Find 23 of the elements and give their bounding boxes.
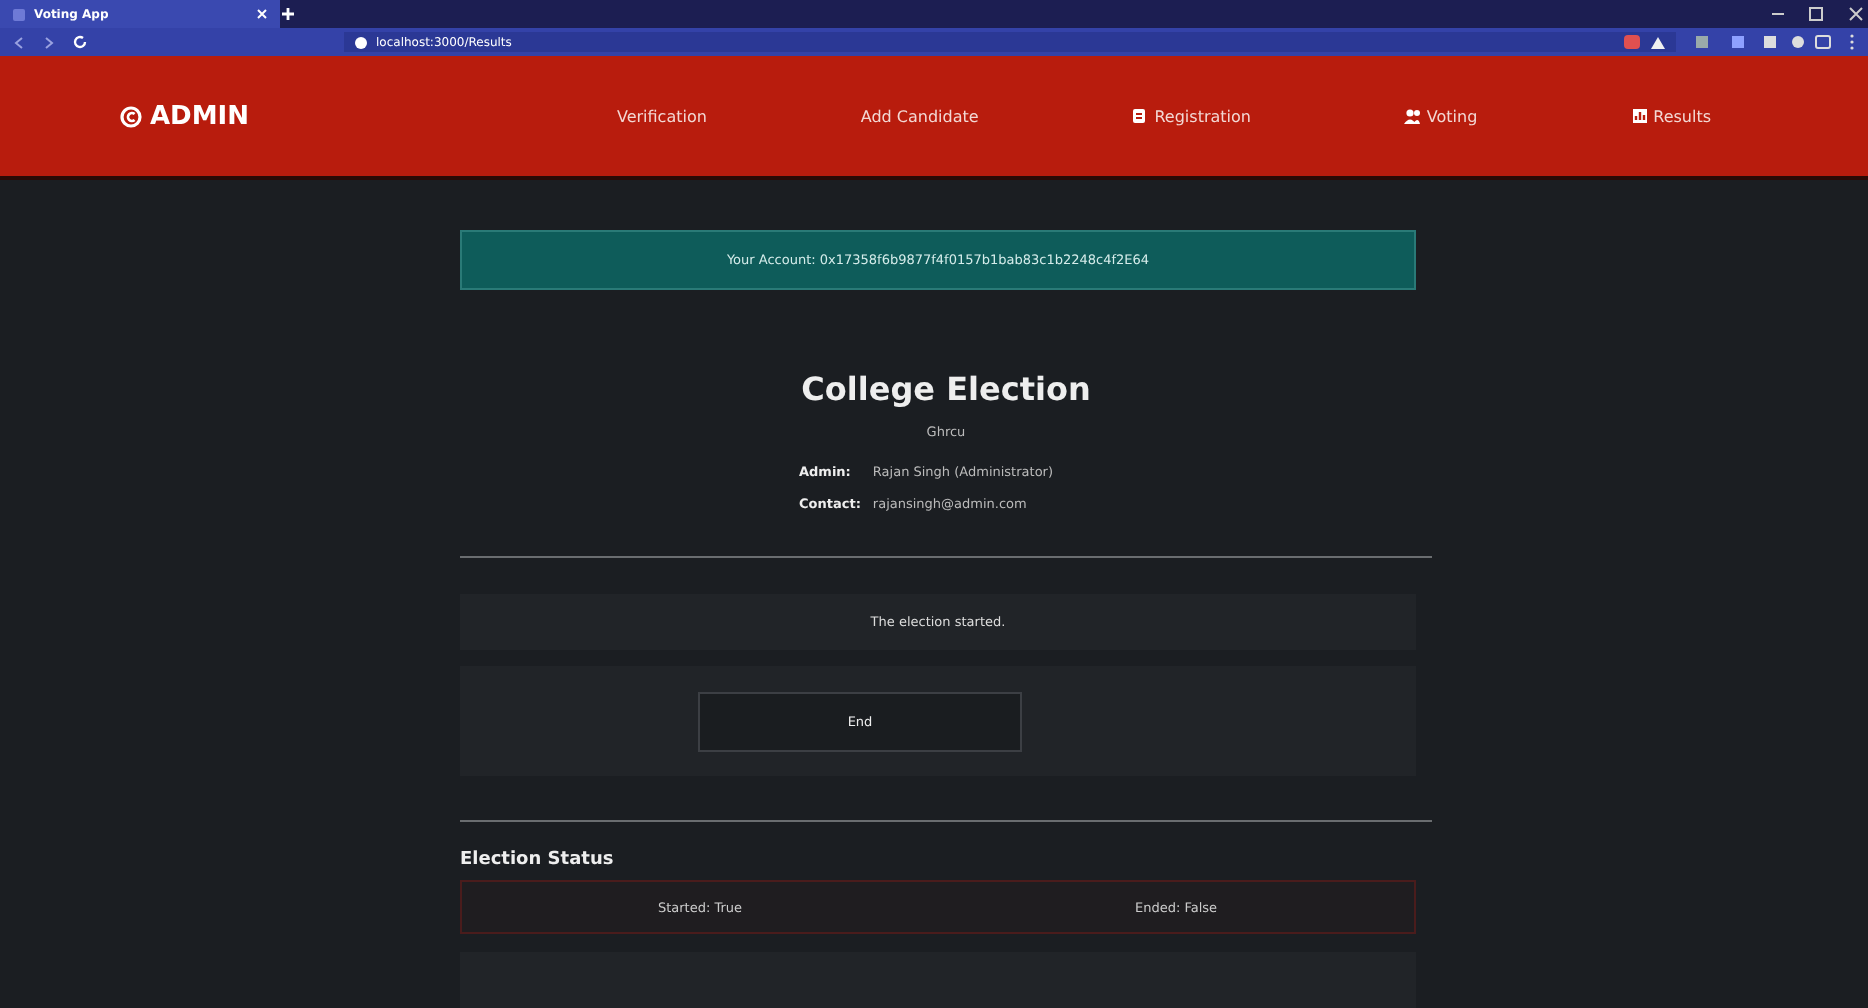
plus-icon [280,6,296,22]
nav-link[interactable]: Verification [616,107,707,125]
back-icon [12,35,26,49]
window-controls-icon [1768,6,1868,22]
forward-icon [42,35,56,49]
nav-link[interactable]: Voting [1404,107,1478,125]
copyright-icon [120,105,142,127]
menu-icon [1848,34,1856,50]
warning-icon [1650,35,1666,49]
nav-link[interactable]: Registration [1132,107,1251,125]
close-icon [256,8,268,20]
extensions-icon [1692,34,1832,50]
form-icon [1132,108,1149,124]
nav-link[interactable]: Results [1631,107,1712,125]
brand-title[interactable]: ADMIN [150,101,250,131]
chart-icon [1631,108,1648,124]
people-icon [1404,108,1421,124]
section-heading: Election Status [460,850,616,870]
nav-link[interactable]: Add Candidate [860,107,979,125]
election-title: College Election [801,370,1091,408]
page-icon [12,7,26,21]
reload-icon [72,34,88,50]
globe-icon [354,35,368,49]
